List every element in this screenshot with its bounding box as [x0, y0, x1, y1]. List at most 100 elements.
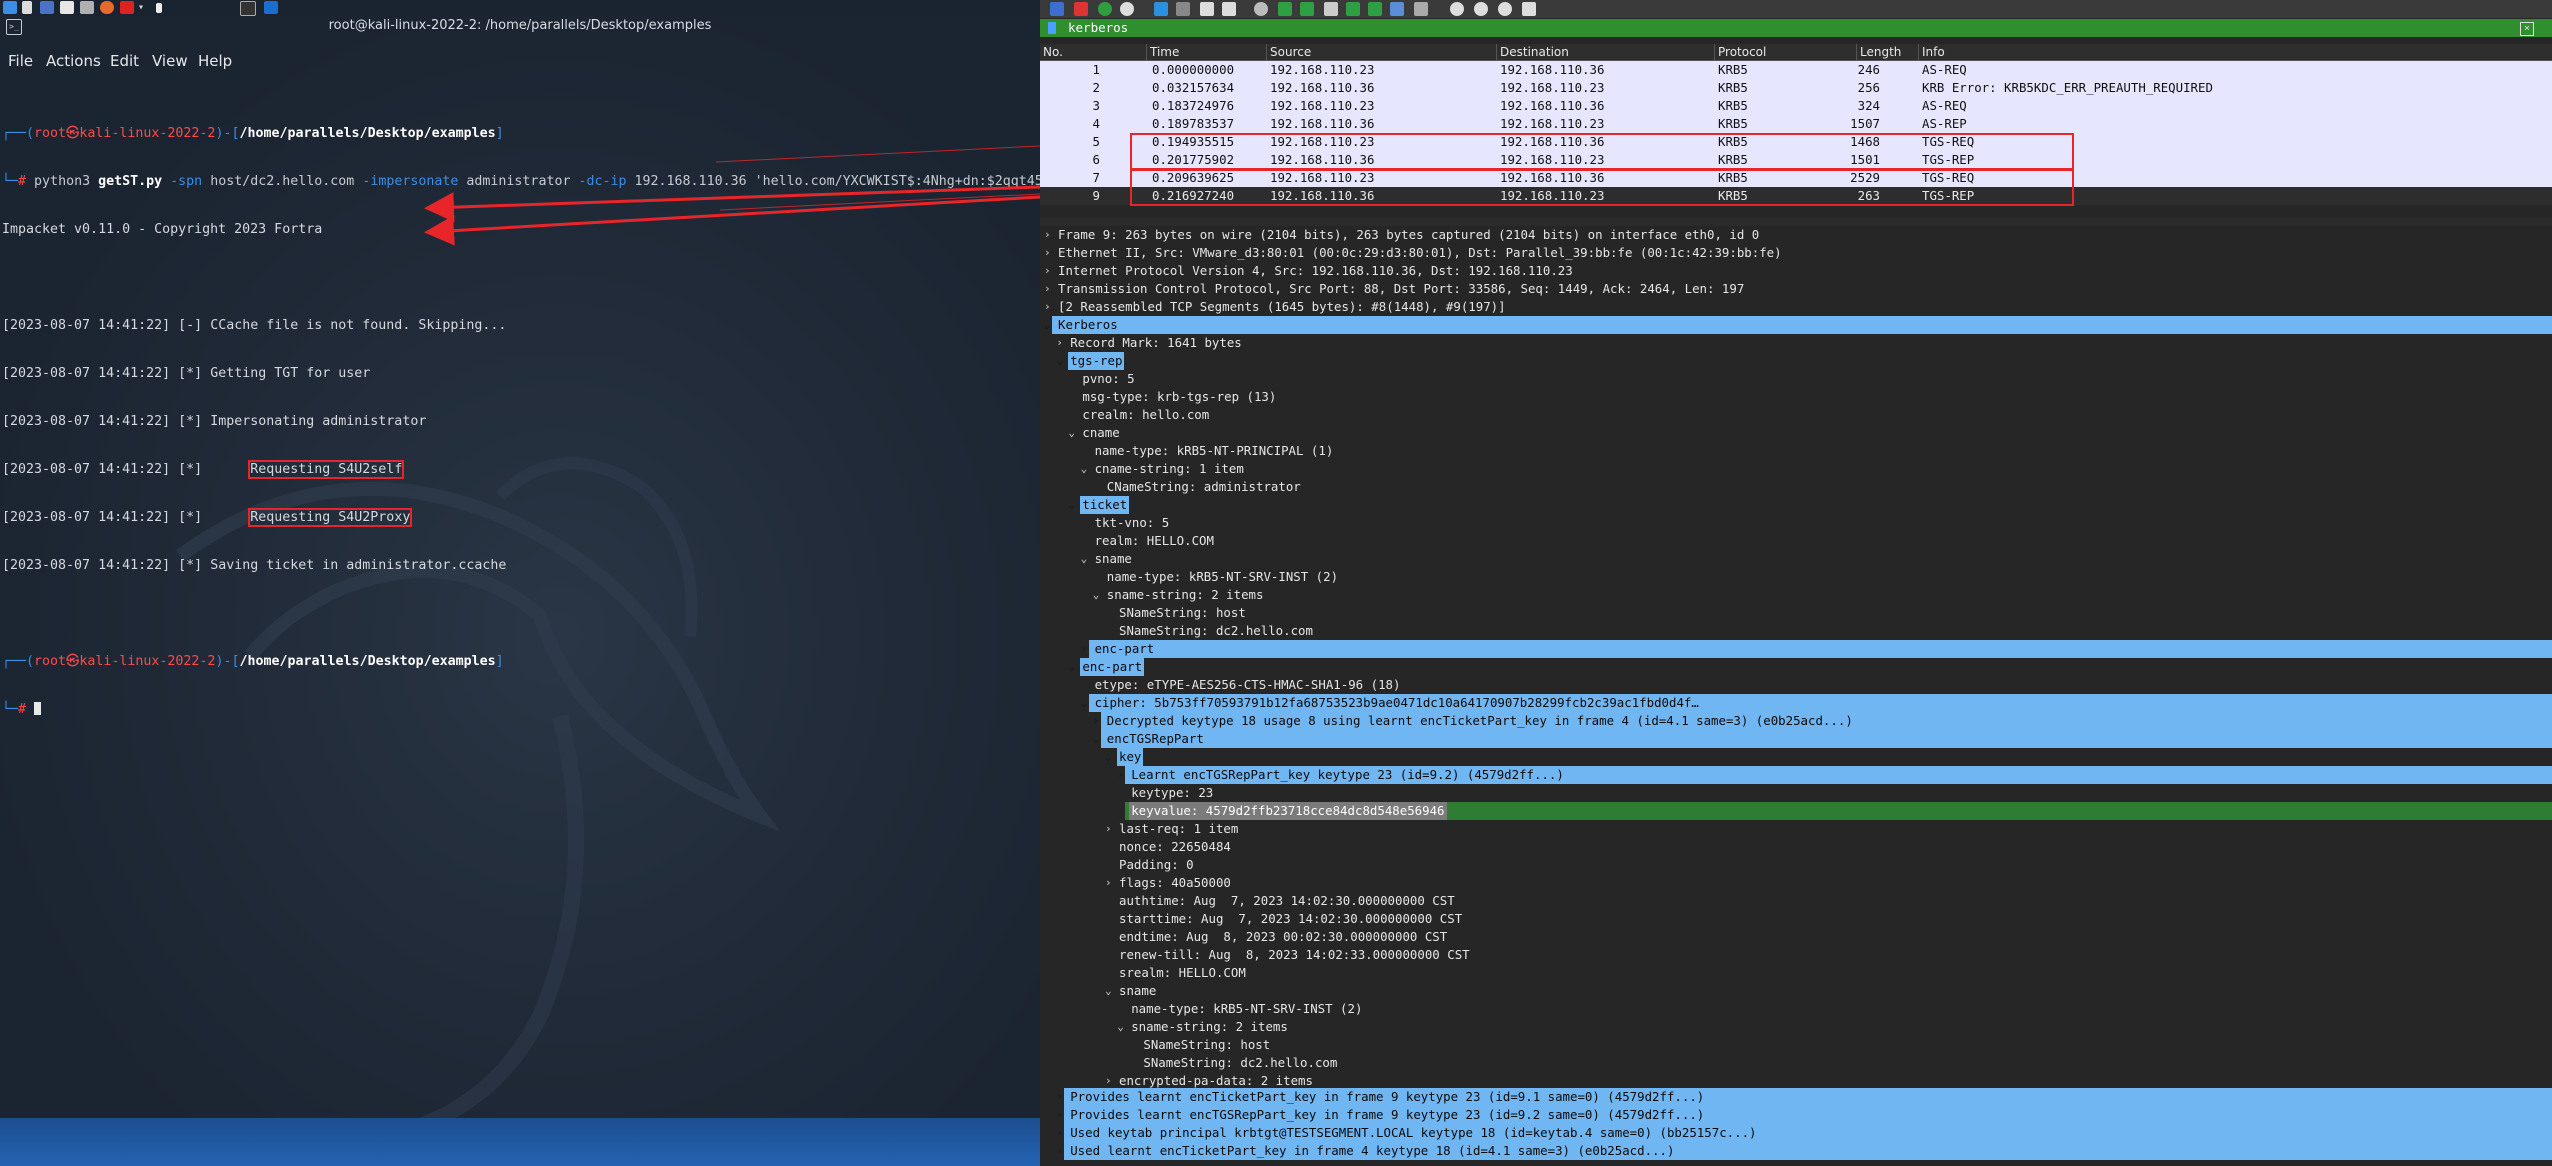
chevron-down-icon[interactable]: ⌄	[1105, 982, 1115, 1000]
detail-row[interactable]: › Ethernet II, Src: VMware_d3:80:01 (00:0…	[1040, 244, 2552, 262]
kali-menu-icon[interactable]	[3, 1, 17, 14]
chevron-right-icon[interactable]: ›	[1056, 1142, 1066, 1160]
detail-row[interactable]: ⌄ sname	[1040, 982, 2552, 1000]
detail-row[interactable]: srealm: HELLO.COM	[1040, 964, 2552, 982]
detail-row[interactable]: › [2 Reassembled TCP Segments (1645 bytes…	[1040, 298, 2552, 316]
chevron-down-icon[interactable]: ⌄	[1081, 550, 1091, 568]
detail-row[interactable]: › Learnt encTGSRepPart_key keytype 23 (id…	[1117, 766, 2552, 784]
go-to-packet-icon[interactable]	[1324, 2, 1338, 16]
chevron-right-icon[interactable]: ›	[1044, 280, 1054, 298]
detail-row[interactable]: ⌄ tgs-rep	[1040, 352, 2552, 370]
detail-row[interactable]: › Used keytab principal krbtgt@TESTSEGMEN…	[1056, 1124, 2552, 1142]
detail-row[interactable]: name-type: kRB5-NT-SRV-INST (2)	[1040, 1000, 2552, 1018]
wireshark-task-icon[interactable]	[264, 1, 278, 14]
detail-row[interactable]: › Record Mark: 1641 bytes	[1040, 334, 2552, 352]
col-time[interactable]: Time	[1146, 44, 1179, 60]
detail-row[interactable]: starttime: Aug 7, 2023 14:02:30.00000000…	[1040, 910, 2552, 928]
detail-row[interactable]: realm: HELLO.COM	[1040, 532, 2552, 550]
detail-row[interactable]: ⌄ cipher: 5b753ff70593791b12fa68753523b9a…	[1081, 694, 2552, 712]
detail-row[interactable]: etype: eTYPE-AES256-CTS-HMAC-SHA1-96 (18…	[1040, 676, 2552, 694]
detail-row[interactable]: name-type: kRB5-NT-PRINCIPAL (1)	[1040, 442, 2552, 460]
detail-row[interactable]: › Used learnt encTicketPart_key in frame …	[1056, 1142, 2552, 1160]
detail-row[interactable]: › last-req: 1 item	[1040, 820, 2552, 838]
go-last-icon[interactable]	[1368, 2, 1382, 16]
clear-filter-icon[interactable]: ×	[2520, 22, 2534, 36]
terminal-task-icon[interactable]	[240, 1, 256, 16]
chevron-right-icon[interactable]: ›	[1105, 820, 1115, 838]
detail-row[interactable]: › Provides learnt encTGSRepPart_key in fr…	[1056, 1106, 2552, 1124]
colorize-icon[interactable]	[1414, 2, 1428, 16]
terminal-output[interactable]: ┌──(root㉿kali-linux-2022-2)-[/home/paral…	[2, 94, 1040, 750]
chevron-right-icon[interactable]: ›	[1044, 244, 1054, 262]
zoom-in-icon[interactable]	[1450, 2, 1464, 16]
menu-file[interactable]: File	[8, 50, 33, 72]
reload-icon[interactable]	[1222, 2, 1236, 16]
menu-edit[interactable]: Edit	[110, 50, 139, 72]
chevron-right-icon[interactable]: ›	[1081, 640, 1091, 658]
chevron-right-icon[interactable]: ›	[1044, 298, 1054, 316]
shark-fin-icon[interactable]	[1050, 2, 1064, 16]
chevron-down-icon[interactable]: ⌄	[1081, 460, 1091, 478]
detail-row[interactable]: › Transmission Control Protocol, Src Port…	[1040, 280, 2552, 298]
detail-row[interactable]: pvno: 5	[1040, 370, 2552, 388]
detail-row[interactable]: ⌄ cname-string: 1 item	[1040, 460, 2552, 478]
find-icon[interactable]	[1254, 2, 1268, 16]
detail-row[interactable]: ⌄ ticket	[1040, 496, 2552, 514]
bookmark-icon[interactable]	[1048, 22, 1056, 34]
detail-row[interactable]: msg-type: krb-tgs-rep (13)	[1040, 388, 2552, 406]
packet-row[interactable]: 4 0.189783537 192.168.110.36 192.168.110.23…	[1040, 115, 2552, 133]
col-no[interactable]: No.	[1040, 44, 1063, 60]
detail-row[interactable]: Padding: 0	[1040, 856, 2552, 874]
chevron-down-icon[interactable]: ⌄	[1056, 352, 1066, 370]
detail-row[interactable]: crealm: hello.com	[1040, 406, 2552, 424]
go-first-icon[interactable]	[1346, 2, 1360, 16]
detail-row[interactable]: name-type: kRB5-NT-SRV-INST (2)	[1040, 568, 2552, 586]
packet-row[interactable]: 1 0.000000000 192.168.110.23 192.168.110.36…	[1040, 61, 2552, 79]
detail-row[interactable]: ⌄ sname	[1040, 550, 2552, 568]
pane-splitter[interactable]	[1040, 218, 2552, 226]
detail-row[interactable]: ⌄ encTGSRepPart	[1093, 730, 2552, 748]
files-icon[interactable]	[60, 1, 74, 14]
go-back-icon[interactable]	[1278, 2, 1292, 16]
stop-icon[interactable]	[1074, 2, 1088, 16]
detail-row[interactable]: keyvalue: 4579d2ffb23718cce84dc8d548e569…	[1125, 802, 2552, 820]
detail-row[interactable]: › Provides learnt encTicketPart_key in fr…	[1056, 1088, 2552, 1106]
workspace-1-icon[interactable]	[22, 1, 32, 14]
col-source[interactable]: Source	[1266, 44, 1311, 60]
chevron-down-icon[interactable]: ⌄	[1093, 730, 1103, 748]
packet-row[interactable]: 3 0.183724976 192.168.110.23 192.168.110.36…	[1040, 97, 2552, 115]
detail-row[interactable]: ⌄ Kerberos	[1044, 316, 2552, 334]
detail-row[interactable]: › Internet Protocol Version 4, Src: 192.1…	[1040, 262, 2552, 280]
detail-row[interactable]: endtime: Aug 8, 2023 00:02:30.000000000 …	[1040, 928, 2552, 946]
chevron-right-icon[interactable]: ›	[1044, 262, 1054, 280]
chevron-right-icon[interactable]: ›	[1056, 1124, 1066, 1142]
chevron-down-icon[interactable]: ⌄	[1068, 424, 1078, 442]
chevron-right-icon[interactable]: ›	[1056, 1088, 1066, 1106]
detail-row[interactable]: tkt-vno: 5	[1040, 514, 2552, 532]
col-length[interactable]: Length	[1856, 44, 1901, 60]
detail-row[interactable]: › enc-part	[1081, 640, 2552, 658]
detail-row[interactable]: ⌄ key	[1040, 748, 2552, 766]
options-gear-icon[interactable]	[1120, 2, 1134, 16]
detail-row[interactable]: ⌄ enc-part	[1040, 658, 2552, 676]
open-icon[interactable]	[1154, 2, 1168, 16]
detail-row[interactable]: SNameString: dc2.hello.com	[1040, 1054, 2552, 1072]
chevron-down-icon[interactable]: ⌄	[1044, 316, 1054, 334]
chevron-right-icon[interactable]: ›	[1056, 334, 1066, 352]
chevron-down-icon[interactable]: ⌄	[1105, 748, 1115, 766]
menu-actions[interactable]: Actions	[46, 50, 101, 72]
detail-row[interactable]: CNameString: administrator	[1040, 478, 2552, 496]
restart-icon[interactable]	[1098, 2, 1112, 16]
go-forward-icon[interactable]	[1300, 2, 1314, 16]
chevron-right-icon[interactable]: ›	[1056, 1106, 1066, 1124]
packet-row[interactable]: 2 0.032157634 192.168.110.36 192.168.110.23…	[1040, 79, 2552, 97]
detail-row[interactable]: ⌄ sname-string: 2 items	[1040, 1018, 2552, 1036]
detail-row[interactable]: renew-till: Aug 8, 2023 14:02:33.0000000…	[1040, 946, 2552, 964]
chevron-right-icon[interactable]: ›	[1117, 766, 1127, 784]
chevron-down-icon[interactable]: ⌄	[1068, 496, 1078, 514]
menu-view[interactable]: View	[152, 50, 188, 72]
chevron-right-icon[interactable]: ›	[1105, 874, 1115, 892]
chevron-down-icon[interactable]: ▾	[138, 1, 152, 14]
close-file-icon[interactable]	[1200, 2, 1214, 16]
chevron-right-icon[interactable]: ›	[1044, 226, 1054, 244]
